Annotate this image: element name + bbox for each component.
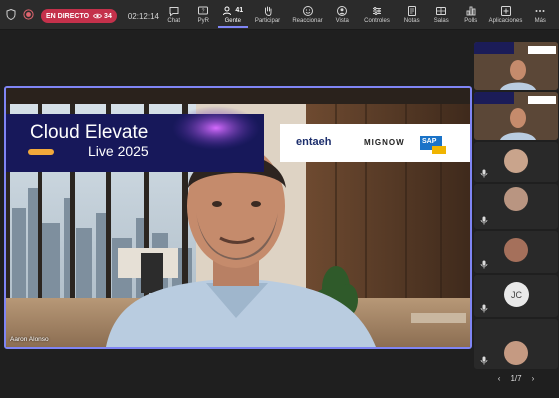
- rooms-icon: [435, 4, 447, 17]
- controls-button[interactable]: Controles: [357, 2, 397, 28]
- mic-off-icon: [480, 260, 488, 269]
- participant-tile-5[interactable]: [474, 231, 558, 273]
- sponsor-logo-3: SAP: [422, 138, 437, 145]
- polls-button[interactable]: Polls: [456, 2, 486, 28]
- chevron-left-icon[interactable]: ‹: [498, 374, 501, 383]
- view-icon: [336, 4, 348, 17]
- svg-text:?: ?: [202, 8, 205, 14]
- participant-video-1: [474, 42, 558, 90]
- page-indicator: 1/7: [510, 373, 522, 383]
- raise-hand-button[interactable]: Participar: [248, 2, 288, 28]
- controls-icon: [371, 4, 383, 17]
- controls-label: Controles: [364, 18, 390, 24]
- banner-title: Cloud Elevate: [30, 122, 149, 143]
- raise-hand-label: Participar: [254, 18, 281, 24]
- polls-label: Polls: [464, 18, 478, 24]
- more-label: Más: [534, 18, 546, 24]
- avatar: [504, 341, 528, 365]
- react-icon: [302, 4, 314, 17]
- participant-tile-4[interactable]: [474, 184, 558, 229]
- live-label: EN DIRECTO: [46, 12, 90, 20]
- chat-icon: [168, 4, 180, 17]
- main-video-stage[interactable]: Cloud Elevate Live 2025 entaeh MIGNOW SA…: [4, 86, 472, 349]
- meeting-toolbar: EN DIRECTO 34 02:12:14 Chat ? PyR 41 Gen…: [0, 0, 559, 30]
- mic-off-icon: [480, 169, 488, 178]
- qa-label: PyR: [197, 18, 209, 24]
- people-icon-wrap: 41: [222, 4, 243, 17]
- more-button[interactable]: Más: [526, 2, 556, 28]
- apps-icon: [500, 4, 512, 17]
- participant-tile-7[interactable]: [474, 319, 558, 369]
- avatar-initials: JC: [504, 282, 529, 307]
- qa-icon: ?: [197, 4, 209, 17]
- people-label: Gente: [224, 18, 241, 24]
- toolbar-buttons: Chat ? PyR 41 Gente Participar Reacciona…: [159, 2, 555, 28]
- qa-button[interactable]: ? PyR: [189, 2, 219, 28]
- mic-off-icon: [480, 304, 488, 313]
- apps-button[interactable]: Aplicaciones: [486, 2, 526, 28]
- avatar: [504, 238, 528, 262]
- chevron-right-icon[interactable]: ›: [532, 374, 535, 383]
- notes-button[interactable]: Notas: [397, 2, 427, 28]
- react-button[interactable]: Reaccionar: [288, 2, 328, 28]
- live-badge[interactable]: EN DIRECTO 34: [41, 9, 117, 23]
- polls-icon: [465, 4, 477, 17]
- mic-off-icon: [480, 216, 488, 225]
- notes-icon: [406, 4, 418, 17]
- viewer-count: 34: [93, 13, 112, 20]
- people-icon: [223, 6, 232, 15]
- notes-label: Notas: [403, 18, 420, 24]
- people-count: 41: [235, 7, 244, 14]
- more-icon: [534, 4, 546, 17]
- chat-button[interactable]: Chat: [159, 2, 189, 28]
- participant-tile-3[interactable]: [474, 142, 558, 182]
- meeting-status: EN DIRECTO 34 02:12:14: [6, 7, 159, 25]
- speaker-name-tag: Aaron Alonso: [10, 336, 49, 343]
- participant-video-2: [474, 92, 558, 140]
- mic-off-icon: [480, 356, 488, 365]
- meeting-timer: 02:12:14: [127, 11, 159, 21]
- avatar: [504, 187, 528, 211]
- participant-tile-2[interactable]: [474, 92, 558, 140]
- sponsor-logo-2: MIGNOW: [364, 138, 405, 147]
- banner-subtitle: Live 2025: [88, 143, 149, 159]
- raise-hand-icon: [262, 4, 274, 17]
- react-label: Reaccionar: [292, 18, 323, 24]
- rooms-label: Salas: [433, 18, 449, 24]
- view-button[interactable]: Vista: [328, 2, 358, 28]
- participant-tile-6[interactable]: JC: [474, 275, 558, 317]
- chat-label: Chat: [167, 18, 181, 24]
- view-label: Vista: [335, 18, 349, 24]
- participant-pager: ‹ 1/7 ›: [474, 371, 558, 385]
- sponsor-logo-1: entaeh: [296, 136, 332, 148]
- participant-tile-1[interactable]: [474, 42, 558, 90]
- apps-label: Aplicaciones: [488, 18, 523, 24]
- avatar: [504, 149, 528, 173]
- people-button[interactable]: 41 Gente: [218, 2, 248, 28]
- record-icon[interactable]: [23, 7, 34, 25]
- viewer-count-value: 34: [104, 12, 112, 20]
- shield-icon[interactable]: [6, 7, 16, 25]
- rooms-button[interactable]: Salas: [427, 2, 457, 28]
- eye-icon: [93, 13, 103, 19]
